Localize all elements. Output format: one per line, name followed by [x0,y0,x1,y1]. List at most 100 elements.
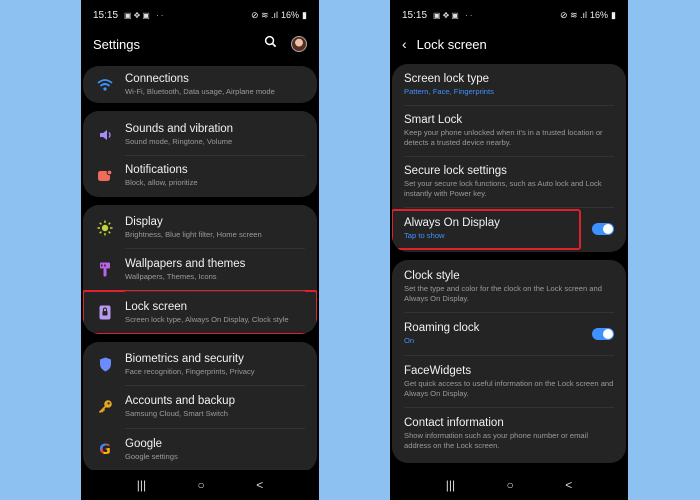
settings-item-biometrics[interactable]: Biometrics and security Face recognition… [83,342,317,385]
brush-icon [95,260,115,280]
item-title: Wallpapers and themes [125,258,246,270]
settings-item-facewidgets[interactable]: FaceWidgets Get quick access to useful i… [392,355,626,407]
lock-screen-header: ‹ Lock screen [390,30,628,58]
settings-header: Settings [81,30,319,58]
avatar[interactable] [291,36,307,52]
page-title: Settings [93,36,140,52]
notification-icons: ▣✥▣ ·· [124,10,166,20]
signal-icons: ⊘ ≋ .ıl [559,9,588,20]
settings-item-always-on-display[interactable]: Always On Display Tap to show [392,207,626,252]
item-subtitle: Show information such as your phone numb… [404,431,589,450]
settings-item-roaming-clock[interactable]: Roaming clock On [392,312,626,355]
notification-icons: ▣✥▣ ·· [433,10,475,20]
item-title: Notifications [125,164,188,176]
lock-settings-group-2: Clock style Set the type and color for t… [392,260,626,463]
item-subtitle: Brightness, Blue light filter, Home scre… [125,230,262,239]
battery-level: 16% [590,10,609,20]
status-time: 15:15 [402,9,428,21]
signal-icons: ⊘ ≋ .ıl [250,9,279,20]
lock-settings-group-1: Screen lock type Pattern, Face, Fingerpr… [392,64,626,252]
back-button[interactable]: < [256,478,263,492]
item-subtitle: Keep your phone unlocked when it's in a … [404,128,603,147]
item-title: Sounds and vibration [125,123,234,135]
item-subtitle: Wi-Fi, Bluetooth, Data usage, Airplane m… [125,87,275,96]
settings-item-google[interactable]: G Google Google settings [83,428,317,472]
item-title: Connections [125,73,189,85]
wifi-icon [95,75,115,95]
item-subtitle: Face recognition, Fingerprints, Privacy [125,367,255,376]
item-subtitle: Screen lock type, Always On Display, Clo… [125,315,289,324]
speaker-icon [95,125,115,145]
home-button[interactable]: ○ [507,478,514,492]
item-subtitle: On [404,336,415,345]
item-subtitle: Sound mode, Ringtone, Volume [125,137,233,146]
back-button[interactable]: < [565,478,572,492]
roaming-clock-toggle[interactable] [592,327,614,340]
status-right: ⊘ ≋ .ıl 16% ▮ [251,10,307,21]
item-subtitle: Get quick access to useful information o… [404,379,614,398]
settings-item-notifications[interactable]: Notifications Block, allow, prioritize [83,155,317,197]
item-subtitle: Wallpapers, Themes, Icons [125,272,217,281]
item-subtitle: Set your secure lock functions, such as … [404,179,602,198]
always-on-display-highlight: Always On Display Tap to show [392,209,581,250]
settings-group-security: Biometrics and security Face recognition… [83,342,317,472]
item-title: Google [125,438,163,450]
item-title: Secure lock settings [404,165,507,177]
nav-bar: ||| ○ < [81,470,319,500]
battery-icon: ▮ [611,9,616,20]
item-subtitle: Tap to show [404,231,445,240]
item-title: Smart Lock [404,114,463,126]
item-subtitle: Block, allow, prioritize [125,178,198,187]
item-title: FaceWidgets [404,365,472,377]
item-title: Screen lock type [404,73,490,85]
item-subtitle: Set the type and color for the clock on … [404,284,602,303]
settings-item-wallpapers[interactable]: Wallpapers and themes Wallpapers, Themes… [83,248,317,291]
page-title: Lock screen [416,36,487,52]
google-icon: G [99,441,111,458]
item-subtitle: Google settings [125,452,178,461]
battery-level: 16% [281,10,300,20]
back-arrow-icon[interactable]: ‹ [402,36,407,52]
settings-item-screen-lock-type[interactable]: Screen lock type Pattern, Face, Fingerpr… [392,64,626,105]
settings-group-display: Display Brightness, Blue light filter, H… [83,205,317,334]
item-title: Roaming clock [404,322,480,334]
nav-bar: ||| ○ < [390,470,628,500]
status-bar: 15:15 ▣✥▣ ·· ⊘ ≋ .ıl 16% ▮ [81,0,319,30]
item-title: Contact information [404,417,504,429]
home-button[interactable]: ○ [198,478,205,492]
recents-button[interactable]: ||| [446,478,455,492]
settings-phone: 15:15 ▣✥▣ ·· ⊘ ≋ .ıl 16% ▮ Settings Conn… [81,0,319,500]
settings-item-secure-lock[interactable]: Secure lock settings Set your secure loc… [392,156,626,207]
item-title: Clock style [404,270,460,282]
item-subtitle: Pattern, Face, Fingerprints [404,87,494,96]
settings-group-connections: Connections Wi-Fi, Bluetooth, Data usage… [83,66,317,103]
settings-group-sound: Sounds and vibration Sound mode, Rington… [83,111,317,197]
settings-item-sounds[interactable]: Sounds and vibration Sound mode, Rington… [83,111,317,155]
battery-icon: ▮ [302,9,307,20]
settings-item-connections[interactable]: Connections Wi-Fi, Bluetooth, Data usage… [83,66,317,103]
settings-item-contact-information[interactable]: Contact information Show information suc… [392,407,626,463]
always-on-display-toggle[interactable] [592,222,614,235]
shield-icon [95,355,115,375]
status-bar: 15:15 ▣✥▣ ·· ⊘ ≋ .ıl 16% ▮ [390,0,628,30]
lock-screen-phone: 15:15 ▣✥▣ ·· ⊘ ≋ .ıl 16% ▮ ‹ Lock screen… [390,0,628,500]
settings-item-smart-lock[interactable]: Smart Lock Keep your phone unlocked when… [392,105,626,156]
item-title: Always On Display [404,217,500,229]
settings-item-clock-style[interactable]: Clock style Set the type and color for t… [392,260,626,312]
search-icon[interactable] [264,35,277,53]
settings-item-lock-screen[interactable]: Lock screen Screen lock type, Always On … [83,290,317,334]
recents-button[interactable]: ||| [137,478,146,492]
brightness-icon [95,218,115,238]
status-right: ⊘ ≋ .ıl 16% ▮ [560,10,616,21]
item-title: Display [125,216,163,228]
item-title: Lock screen [125,301,188,313]
item-title: Biometrics and security [125,353,244,365]
lock-icon [95,303,115,323]
status-time: 15:15 [93,9,119,21]
item-title: Accounts and backup [125,395,235,407]
settings-item-accounts[interactable]: Accounts and backup Samsung Cloud, Smart… [83,385,317,428]
settings-item-display[interactable]: Display Brightness, Blue light filter, H… [83,205,317,248]
key-icon [95,397,115,417]
notification-icon [95,166,115,186]
item-subtitle: Samsung Cloud, Smart Switch [125,409,228,418]
